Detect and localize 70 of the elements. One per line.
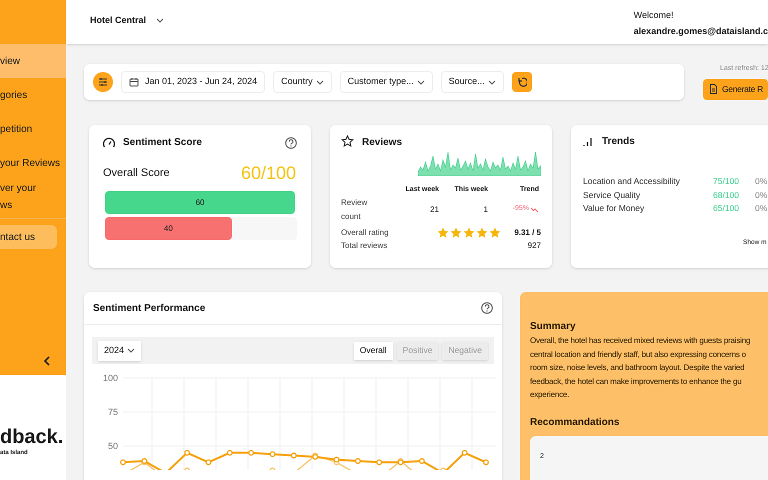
bar-chart-icon: [583, 136, 592, 146]
trend-change: 0%: [755, 188, 768, 202]
card-title: Sentiment Performance: [93, 302, 206, 316]
y-axis-label: 75: [108, 407, 118, 417]
reset-button[interactable]: [512, 72, 532, 92]
overall-score-value: 60/100: [240, 162, 296, 185]
welcome-text: Welcome!: [634, 9, 675, 22]
row-label: Overall rating: [341, 226, 390, 238]
rating-value: 9.31 / 5: [513, 226, 541, 238]
sidebar-item[interactable]: your Reviews: [0, 146, 66, 180]
year-dropdown[interactable]: 2024: [98, 340, 142, 360]
y-axis-label: 50: [108, 441, 118, 451]
star-icon: [341, 135, 354, 147]
hotel-selector[interactable]: Hotel Central: [90, 14, 274, 28]
card-title: Trends: [602, 134, 635, 148]
total-reviews-value: 927: [528, 240, 541, 252]
chart-tab[interactable]: Overall: [354, 342, 393, 360]
sidebar-item[interactable]: petition: [0, 112, 66, 146]
filter-dropdown[interactable]: Source...: [440, 71, 504, 93]
sliders-icon: [98, 77, 108, 87]
trend-change: 0%: [755, 202, 768, 216]
bar-value: 40: [164, 222, 173, 234]
sidebar-item[interactable]: ver your ws: [0, 180, 66, 214]
help-icon[interactable]: [481, 302, 493, 314]
card-title: Reviews: [362, 136, 404, 150]
logo-text: dback.: [0, 427, 64, 447]
calendar-icon: [129, 77, 139, 87]
card-title: Sentiment Score: [123, 136, 202, 150]
filter-dropdown[interactable]: Customer type...: [340, 71, 433, 93]
y-axis-label: 100: [102, 373, 118, 383]
chevron-down-icon: [416, 80, 425, 84]
summary-title: Summary: [530, 320, 577, 334]
sidebar-item[interactable]: gories: [0, 78, 66, 112]
bar-value: 60: [196, 196, 204, 208]
overall-score-label: Overall Score: [103, 166, 170, 182]
chevron-down-icon: [156, 18, 164, 24]
date-range-field[interactable]: Jan 01, 2023 - Jun 24, 2024: [121, 71, 266, 93]
filter-dropdown[interactable]: Country: [273, 71, 332, 93]
user-email: alexandre.gomes@dataisland.c: [634, 24, 768, 38]
table-cell-text: 21: [429, 204, 439, 216]
sidebar-item[interactable]: view: [0, 44, 66, 78]
trend-label: Location and Accessibility: [583, 175, 681, 188]
trend-score: 75/100: [713, 175, 740, 188]
gauge-icon: [103, 137, 115, 148]
table-cell-text: 1: [482, 204, 488, 216]
chevron-down-icon: [127, 348, 136, 353]
help-icon[interactable]: [285, 136, 297, 148]
generate-report-button[interactable]: Generate R: [703, 78, 768, 100]
trend-label: Value for Money: [583, 202, 646, 216]
document-icon: [709, 84, 718, 94]
trend-change: 0%: [755, 175, 768, 188]
star-icon: [450, 226, 462, 238]
star-icon: [476, 226, 488, 238]
star-icon: [437, 226, 449, 238]
row-label: Review count: [341, 196, 368, 222]
trend-score: 68/100: [713, 188, 740, 202]
chevron-down-icon: [488, 80, 496, 84]
star-icon: [463, 226, 475, 238]
summary-text: Overall, the hotel has received mixed reviews with guests praising central location and friendly staff, but also expressing concerns o room size, noise levels, and bathroom layout. Despite the varied feedback, the hotel can make improvements to enhance the gu experience.: [530, 335, 752, 402]
trend-down-icon: [531, 206, 539, 212]
collapse-chevron-icon[interactable]: [43, 356, 51, 366]
refresh-icon: [516, 77, 527, 87]
chevron-down-icon: [316, 80, 324, 84]
star-icon: [489, 226, 501, 238]
recommendations-title: Recommandations: [530, 416, 620, 430]
row-label: Total reviews: [341, 240, 388, 252]
contact-button[interactable]: ntact us: [0, 225, 57, 249]
trend-score: 65/100: [713, 202, 740, 216]
filter-toggle-button[interactable]: [93, 72, 113, 92]
trend-label: Service Quality: [583, 188, 642, 202]
